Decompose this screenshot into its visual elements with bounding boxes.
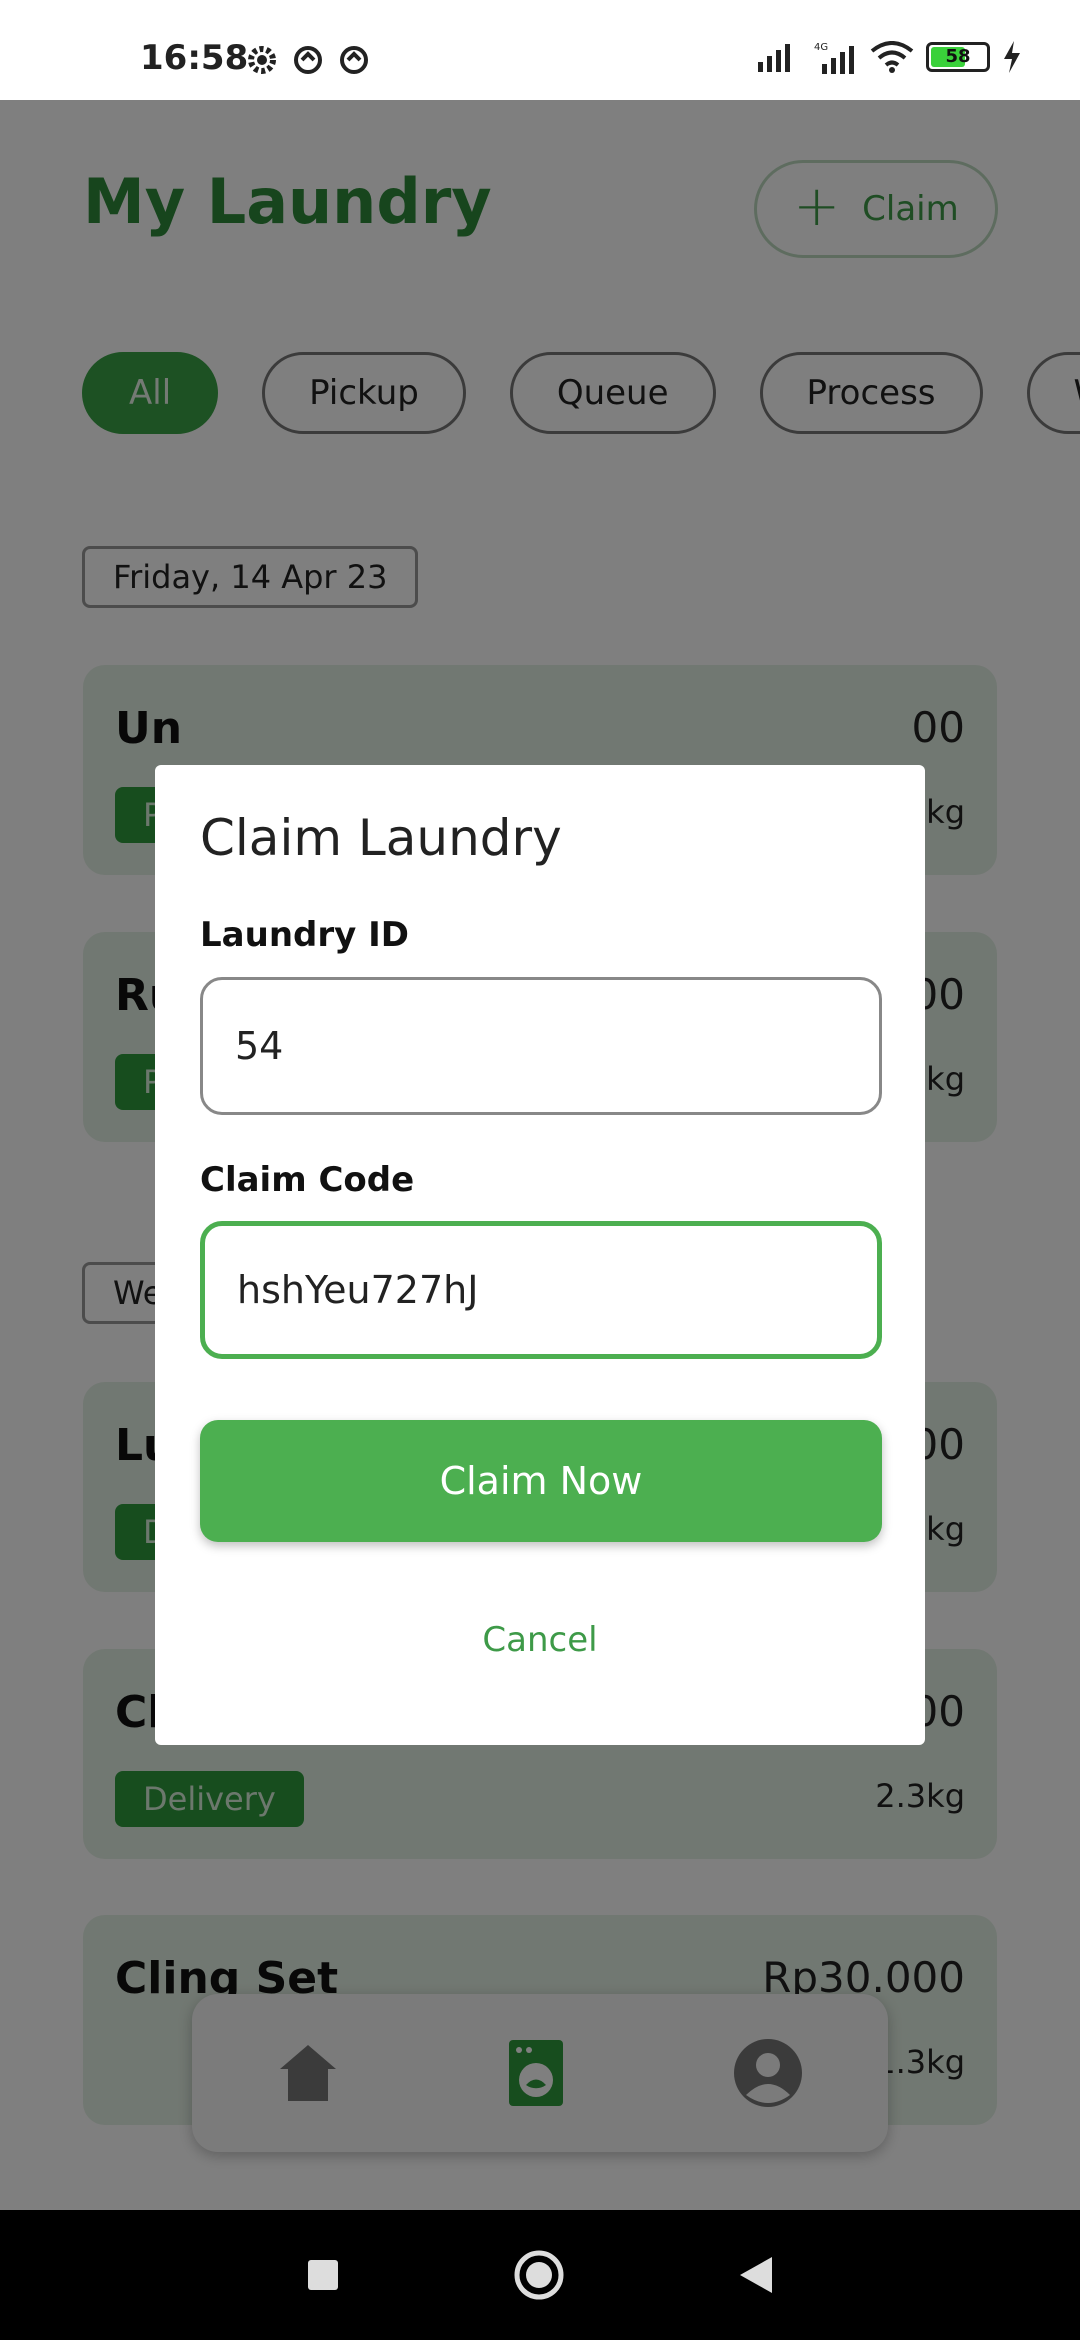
sync-icon <box>340 46 368 74</box>
laundry-id-input[interactable]: 54 <box>200 977 882 1115</box>
home-circle-icon[interactable] <box>513 2249 565 2301</box>
claim-code-label: Claim Code <box>200 1160 415 1200</box>
claim-now-button[interactable]: Claim Now <box>200 1420 882 1542</box>
charging-icon <box>1004 41 1020 73</box>
claim-laundry-dialog: Claim Laundry Laundry ID 54 Claim Code h… <box>155 765 925 1745</box>
back-icon[interactable] <box>738 2255 774 2295</box>
battery-icon: 58 <box>926 42 990 72</box>
gear-icon <box>248 46 276 74</box>
battery-level: 58 <box>945 46 971 67</box>
cancel-button[interactable]: Cancel <box>155 1620 925 1660</box>
signal-4g-icon: 4G <box>814 42 854 74</box>
laundry-screen: My Laundry + Claim All Pickup Queue Proc… <box>0 100 1080 2210</box>
claim-code-value: hshYeu727hJ <box>237 1268 479 1312</box>
sync-icon <box>294 46 322 74</box>
status-time: 16:58 <box>140 38 249 78</box>
laundry-id-value: 54 <box>235 1024 284 1068</box>
laundry-id-label: Laundry ID <box>200 915 409 955</box>
dialog-title: Claim Laundry <box>200 809 562 867</box>
signal-icon <box>758 44 790 72</box>
recents-icon[interactable] <box>306 2258 340 2292</box>
claim-code-input[interactable]: hshYeu727hJ <box>200 1221 882 1359</box>
wifi-icon <box>870 41 914 73</box>
svg-text:4G: 4G <box>814 42 828 53</box>
status-notification-icons <box>246 44 370 76</box>
status-bar: 16:58 4G 58 <box>0 0 1080 100</box>
system-navigation-bar <box>0 2210 1080 2340</box>
status-system-icons: 4G 58 <box>756 40 1022 74</box>
